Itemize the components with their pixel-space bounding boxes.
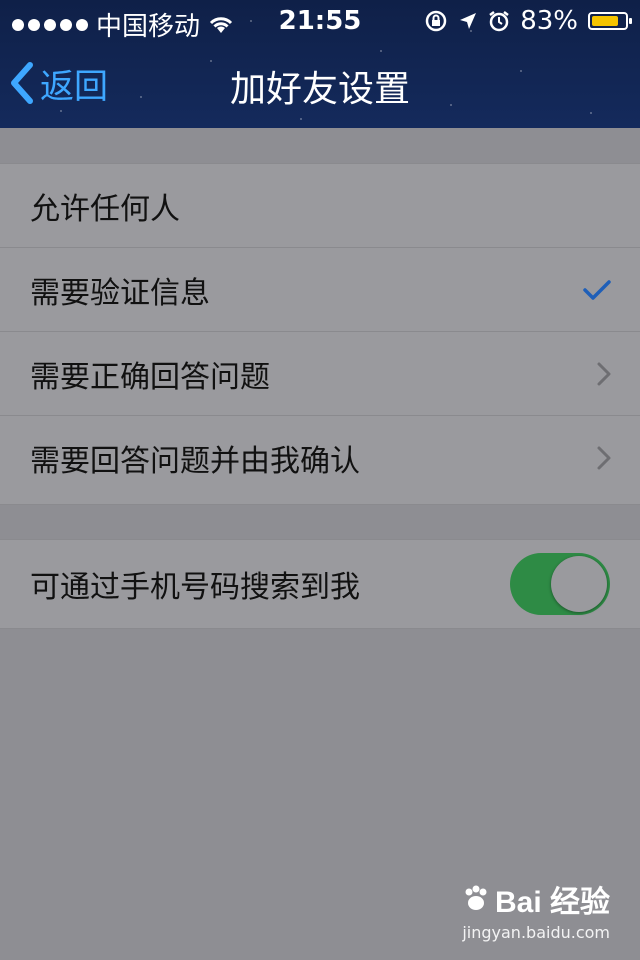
battery-percent: 83% [520, 6, 578, 36]
page-title: 加好友设置 [229, 69, 410, 110]
option-allow-anyone[interactable]: 允许任何人 [0, 164, 640, 248]
checkmark-icon [582, 248, 612, 332]
option-label: 需要回答问题并由我确认 [30, 444, 360, 479]
option-label: 需要正确回答问题 [30, 359, 270, 395]
option-label: 允许任何人 [30, 191, 180, 227]
watermark-brand: Bai 经验 [461, 877, 610, 921]
status-bar: 中国移动 21:55 83% [0, 0, 640, 42]
alarm-icon [489, 11, 509, 32]
option-answer-and-confirm[interactable]: 需要回答问题并由我确认 [0, 416, 640, 500]
paw-icon [465, 885, 487, 910]
toggle-knob [551, 556, 607, 612]
battery-icon [588, 12, 632, 30]
watermark: Bai 经验 jingyan.baidu.com [461, 877, 610, 942]
option-require-verification[interactable]: 需要验证信息 [0, 248, 640, 332]
verification-options-list: 允许任何人 需要验证信息 需要正确回答问题 需要回答问题并由我确认 [0, 163, 640, 505]
phone-search-section: 可通过手机号码搜索到我 [0, 539, 640, 629]
chevron-right-icon [596, 416, 612, 500]
phone-search-toggle[interactable] [510, 553, 610, 615]
option-label: 需要验证信息 [30, 275, 210, 311]
chevron-right-icon [596, 332, 612, 416]
phone-search-row: 可通过手机号码搜索到我 [0, 540, 640, 628]
rotation-lock-icon [425, 10, 447, 32]
location-arrow-icon [460, 13, 477, 29]
phone-search-label: 可通过手机号码搜索到我 [30, 570, 360, 605]
option-require-correct-answer[interactable]: 需要正确回答问题 [0, 332, 640, 416]
watermark-url: jingyan.baidu.com [462, 923, 610, 942]
navigation-bar: 返回 加好友设置 [0, 40, 640, 128]
header-background: 中国移动 21:55 83% 返回 加好友设置 [0, 0, 640, 128]
